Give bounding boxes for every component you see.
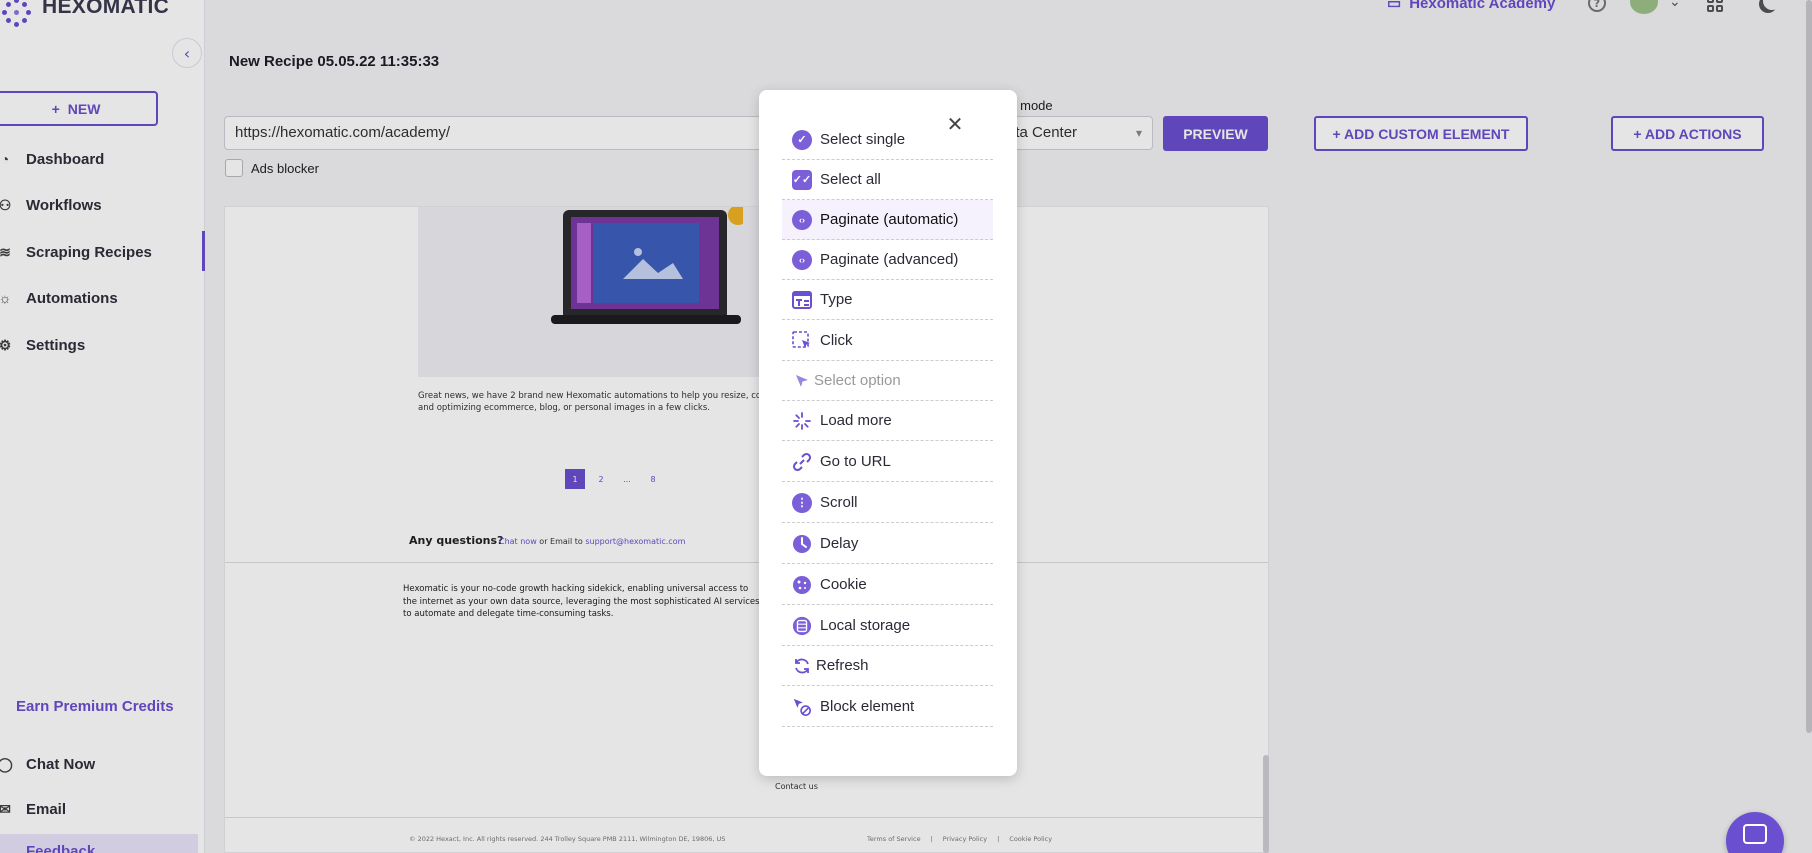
action-refresh[interactable]: Refresh [782,646,993,686]
action-select-all[interactable]: ✓✓ Select all [782,160,993,200]
cookie-icon [792,575,812,595]
action-cookie[interactable]: Cookie [782,565,993,605]
action-label: Refresh [816,657,869,674]
action-paginate-automatic[interactable]: ‹› Paginate (automatic) [782,200,993,240]
spinner-icon [792,411,812,431]
scroll-icon: ⋮ [792,492,812,513]
action-local-storage[interactable]: Local storage [782,606,993,646]
action-label: Local storage [820,617,911,634]
action-label: Paginate (automatic) [820,211,959,228]
code-circle-icon: ‹› [792,209,812,230]
action-load-more[interactable]: Load more [782,401,993,441]
action-label: Select option [814,372,901,389]
action-label: Go to URL [820,453,891,470]
action-click[interactable]: Click [782,321,993,361]
block-cursor-icon [792,697,812,717]
action-label: Paginate (advanced) [820,251,959,268]
action-select-option[interactable]: Select option [782,361,993,401]
link-icon [792,452,812,472]
database-icon [792,616,812,636]
action-type[interactable]: Type [782,280,993,320]
clock-icon [792,534,812,554]
action-delay[interactable]: Delay [782,524,993,564]
action-select-single[interactable]: ✓ Select single [782,120,993,160]
click-cursor-icon [792,330,812,351]
action-label: Cookie [820,576,867,593]
action-label: Load more [820,412,892,429]
action-label: Delay [820,535,859,552]
action-scroll[interactable]: ⋮ Scroll [782,483,993,523]
cursor-icon [792,371,812,391]
action-label: Click [820,332,853,349]
check-circle-icon: ✓ [792,129,812,150]
action-label: Type [820,291,853,308]
action-go-to-url[interactable]: Go to URL [782,442,993,482]
action-label: Block element [820,698,915,715]
double-check-icon: ✓✓ [792,169,812,190]
action-label: Select single [820,131,906,148]
text-field-icon [792,290,812,310]
action-paginate-advanced[interactable]: ‹› Paginate (advanced) [782,240,993,280]
action-label: Select all [820,171,881,188]
action-label: Scroll [820,494,858,511]
action-picker-modal: ✕ ✓ Select single ✓✓ Select all ‹› Pagin… [759,90,1017,776]
code-circle-icon: ‹› [792,249,812,270]
chat-icon [1743,824,1767,844]
action-block-element[interactable]: Block element [782,687,993,727]
refresh-icon [792,656,812,676]
